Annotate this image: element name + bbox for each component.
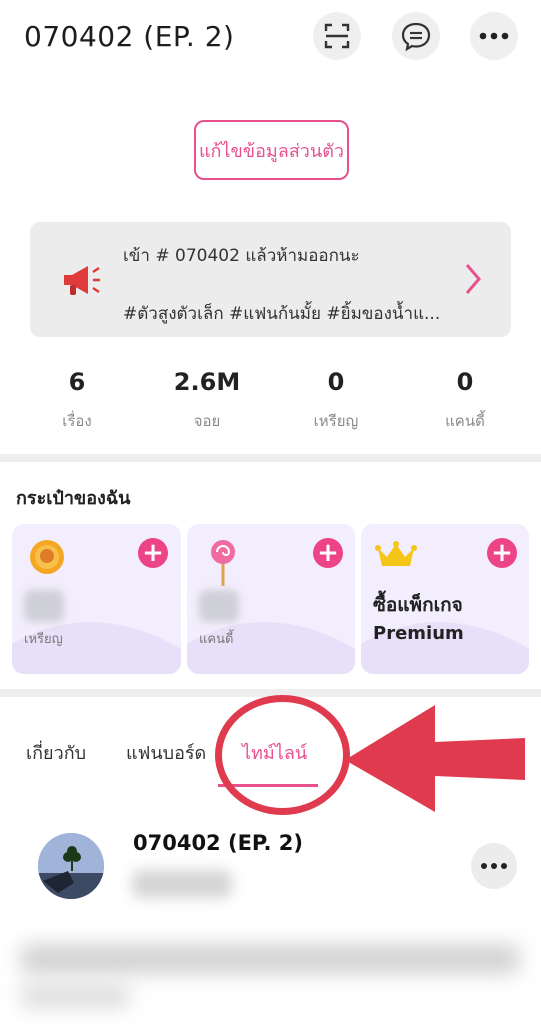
- more-icon: [479, 32, 509, 40]
- stat-label: แคนดี้: [445, 412, 485, 430]
- megaphone-icon: [64, 266, 100, 295]
- profile-stats: 6 เรื่อง 2.6M จอย 0 เหรียญ 0 แคนดี้: [0, 365, 541, 440]
- chat-button[interactable]: [392, 12, 440, 60]
- bio-text-line1: เข้า # 070402 แล้วห้ามออกนะ: [123, 246, 360, 266]
- tab-fanboard[interactable]: แฟนบอร์ด: [126, 738, 206, 767]
- crown-icon: [375, 541, 417, 566]
- lollipop-icon: [211, 540, 235, 586]
- post-more-button[interactable]: [471, 843, 517, 889]
- tab-about[interactable]: เกี่ยวกับ: [26, 738, 86, 767]
- avatar[interactable]: [38, 833, 104, 899]
- chat-icon: [401, 22, 431, 52]
- stat-label: เหรียญ: [313, 412, 359, 430]
- premium-subtitle: Premium: [373, 623, 464, 644]
- stat-joy[interactable]: 2.6M จอย: [142, 365, 272, 433]
- clover-avatar-image: [38, 833, 104, 899]
- coin-balance-hidden: [24, 590, 64, 622]
- post-content-hidden: [20, 944, 520, 974]
- post-meta-hidden: [132, 870, 232, 898]
- candy-card[interactable]: + แคนดี้: [187, 524, 355, 674]
- add-candy-button[interactable]: +: [313, 538, 343, 568]
- candy-balance-hidden: [199, 590, 239, 622]
- wallet-title: กระเป๋าของฉัน: [16, 488, 131, 509]
- stat-value: 2.6M: [173, 368, 241, 396]
- coin-card[interactable]: + เหรียญ: [12, 524, 181, 674]
- more-button[interactable]: [470, 12, 518, 60]
- stat-label: เรื่อง: [62, 412, 92, 430]
- post-author-name[interactable]: 070402 (EP. 2): [133, 831, 303, 855]
- stat-label: จอย: [193, 412, 221, 430]
- bio-hashtags: #ตัวสูงตัวเล็ก #แฟนก้นมั้ย #ยิ้มของน้ำแ.…: [123, 304, 441, 324]
- coin-label: เหรียญ: [24, 632, 63, 647]
- premium-title: ซื้อแพ็กเกจ: [373, 594, 463, 616]
- post-content-hidden: [20, 984, 130, 1008]
- section-divider: [0, 454, 541, 462]
- scan-button[interactable]: [313, 12, 361, 60]
- stat-coins[interactable]: 0 เหรียญ: [271, 365, 401, 433]
- scan-icon: [324, 23, 350, 49]
- candy-label: แคนดี้: [199, 632, 234, 647]
- top-bar: 070402 (EP. 2): [0, 0, 541, 78]
- premium-card[interactable]: + ซื้อแพ็กเกจ Premium: [361, 524, 529, 674]
- arrow-left-icon: [345, 705, 525, 812]
- stat-stories[interactable]: 6 เรื่อง: [12, 365, 142, 433]
- highlight-circle: [215, 695, 350, 815]
- add-coin-button[interactable]: +: [138, 538, 168, 568]
- stat-value: 6: [68, 368, 86, 396]
- add-premium-button[interactable]: +: [487, 538, 517, 568]
- stat-candy[interactable]: 0 แคนดี้: [400, 365, 530, 433]
- edit-profile-button[interactable]: แก้ไขข้อมูลส่วนตัว: [194, 120, 349, 180]
- stat-value: 0: [327, 368, 345, 396]
- stat-value: 0: [456, 368, 474, 396]
- more-icon: [481, 863, 507, 869]
- bio-card[interactable]: เข้า # 070402 แล้วห้ามออกนะ #ตัวสูงตัวเล…: [30, 222, 511, 337]
- chevron-right-icon: [465, 264, 481, 294]
- coin-icon: [30, 540, 64, 574]
- page-title: 070402 (EP. 2): [24, 20, 235, 53]
